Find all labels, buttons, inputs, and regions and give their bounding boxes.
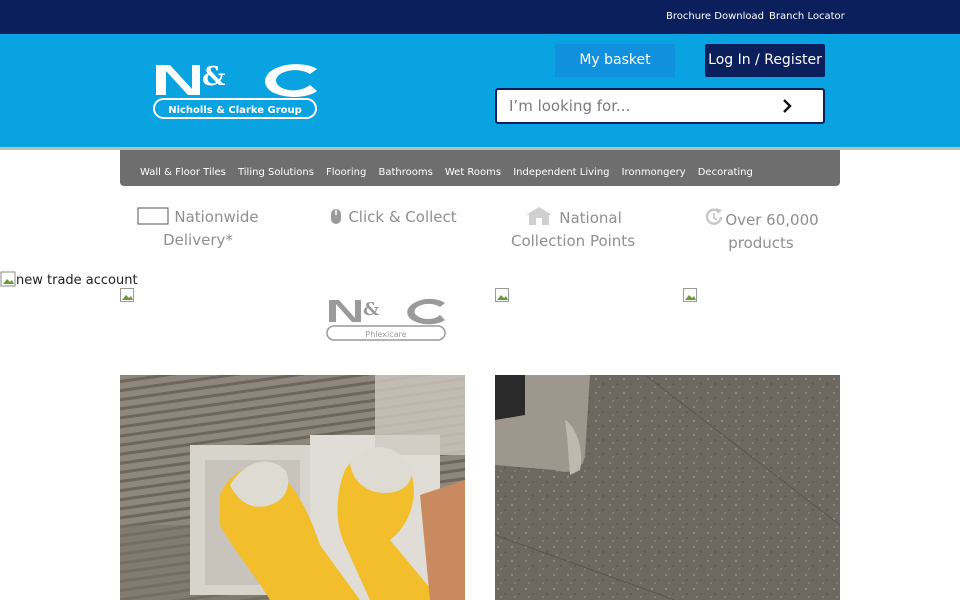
- refresh-icon: [706, 208, 723, 225]
- category-nav: Wall & Floor Tiles Tiling Solutions Floo…: [120, 150, 840, 186]
- usp-line: Nationwide: [174, 208, 259, 226]
- usp-nationwide-delivery: Nationwide Delivery*: [128, 206, 268, 252]
- nav-item-independent-living[interactable]: Independent Living: [513, 167, 609, 178]
- usp-collection-points: National Collection Points: [498, 206, 648, 253]
- usp-click-collect: Click & Collect: [318, 206, 468, 229]
- usp-line: Delivery*: [163, 231, 233, 249]
- logo-text: Nicholls & Clarke Group: [168, 105, 302, 116]
- top-utility-bar: Brochure Download Branch Locator: [0, 0, 960, 34]
- nav-item-wet-rooms[interactable]: Wet Rooms: [445, 167, 501, 178]
- nav-item-tiling-solutions[interactable]: Tiling Solutions: [238, 167, 314, 178]
- nav-item-flooring[interactable]: Flooring: [326, 167, 366, 178]
- search-box: [495, 88, 825, 124]
- nicholls-clarke-logo[interactable]: & Nicholls & Clarke Group: [152, 63, 320, 121]
- phlexicare-text: Phlexicare: [365, 330, 406, 339]
- truck-icon: [137, 207, 169, 225]
- svg-text:&: &: [202, 63, 225, 92]
- usp-line: Over 60,000: [725, 211, 819, 229]
- trade-account-alt-text: new trade account: [16, 273, 138, 288]
- phlexicare-logo[interactable]: & Phlexicare: [325, 298, 447, 344]
- trade-account-banner[interactable]: new trade account: [0, 271, 138, 288]
- usp-over-60000-products: Over 60,000 products: [696, 206, 826, 255]
- login-register-button[interactable]: Log In / Register: [705, 44, 825, 77]
- mouse-icon: [331, 209, 342, 224]
- nav-item-decorating[interactable]: Decorating: [698, 167, 753, 178]
- chevron-right-icon[interactable]: [779, 98, 795, 114]
- nav-item-wall-floor-tiles[interactable]: Wall & Floor Tiles: [140, 167, 226, 178]
- broken-image-icon[interactable]: [120, 288, 134, 302]
- usp-line: Collection Points: [510, 232, 636, 250]
- branch-locator-link[interactable]: Branch Locator: [769, 11, 845, 22]
- search-input[interactable]: [509, 95, 769, 117]
- broken-image-icon[interactable]: [495, 288, 509, 302]
- usp-line: Click & Collect: [348, 208, 457, 226]
- nav-item-bathrooms[interactable]: Bathrooms: [378, 167, 432, 178]
- tiling-photo[interactable]: [120, 375, 465, 600]
- nav-item-ironmongery[interactable]: Ironmongery: [622, 167, 686, 178]
- svg-text:&: &: [363, 299, 379, 320]
- brochure-download-link[interactable]: Brochure Download: [666, 11, 764, 22]
- usp-line: products: [728, 234, 794, 252]
- broken-image-icon[interactable]: [683, 288, 697, 302]
- building-icon: [526, 207, 553, 225]
- broken-image-icon: [0, 271, 16, 287]
- usp-line: National: [559, 209, 622, 227]
- my-basket-button[interactable]: My basket: [555, 44, 675, 77]
- flooring-photo[interactable]: [495, 375, 840, 600]
